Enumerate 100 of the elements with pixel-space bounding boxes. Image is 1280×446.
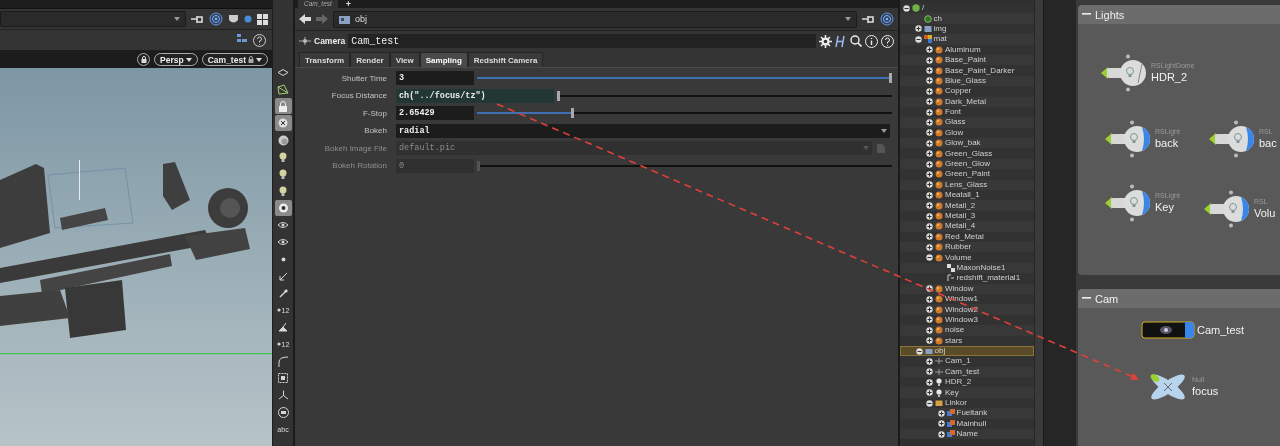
expand-toggle[interactable]	[926, 170, 933, 178]
expand-toggle[interactable]	[926, 129, 933, 137]
tree-row[interactable]: noise	[900, 325, 1034, 336]
camera-name-menu[interactable]: Cam_test	[201, 53, 268, 66]
slider[interactable]	[477, 73, 892, 84]
expand-toggle[interactable]	[914, 25, 922, 33]
collapse-toggle[interactable]	[914, 35, 922, 43]
light-bulb-node[interactable]	[1103, 184, 1153, 222]
path-field[interactable]: obj	[333, 10, 857, 28]
expand-toggle[interactable]	[926, 181, 933, 189]
tree-row[interactable]: MaxonNoise1	[900, 262, 1034, 274]
expand-toggle[interactable]	[926, 212, 933, 220]
tree-row[interactable]: Glow_bak	[900, 138, 1034, 149]
pin-icon[interactable]	[862, 14, 875, 24]
slider-handle[interactable]	[889, 73, 892, 84]
info-icon[interactable]	[865, 34, 878, 48]
expand-toggle[interactable]	[926, 306, 933, 313]
scroll-bar[interactable]	[1034, 0, 1043, 446]
tree-row[interactable]: Blue_Glass	[900, 75, 1034, 87]
expand-toggle[interactable]	[926, 202, 933, 210]
parameter-tab[interactable]: Redshift Camera	[467, 52, 544, 67]
number-field[interactable]: 3	[396, 71, 474, 86]
tree-row[interactable]: Green_Glow	[900, 158, 1034, 170]
expand-toggle[interactable]	[926, 285, 933, 293]
houdini-help-icon[interactable]	[835, 34, 847, 48]
settings-icon[interactable]	[819, 34, 832, 48]
tree-row[interactable]: Metall_4	[900, 221, 1034, 232]
expand-toggle[interactable]	[926, 119, 933, 126]
expand-toggle[interactable]	[926, 389, 933, 397]
tree-row[interactable]: Base_Paint	[900, 54, 1034, 66]
expand-toggle[interactable]	[926, 98, 933, 106]
expand-toggle[interactable]	[926, 378, 933, 386]
tool-button[interactable]	[274, 200, 292, 216]
parameter-tab[interactable]: Render	[350, 52, 390, 67]
tree-row[interactable]: Cam_test	[900, 366, 1034, 378]
sphere-icon[interactable]	[244, 15, 252, 23]
expand-toggle[interactable]	[926, 243, 933, 251]
back-arrow-icon[interactable]	[299, 14, 311, 24]
expand-toggle[interactable]	[926, 67, 933, 75]
shield-icon[interactable]	[228, 13, 239, 25]
light-bulb-node[interactable]	[1103, 120, 1153, 158]
tree-row[interactable]: Name	[900, 429, 1034, 440]
camera-node[interactable]	[1141, 321, 1195, 339]
collapse-toggle[interactable]	[915, 347, 923, 355]
tree-row[interactable]: Fueltank	[900, 408, 1034, 419]
dropdown-field[interactable]: radial	[396, 123, 890, 138]
tree-row[interactable]: obj	[900, 345, 1034, 357]
tree-row[interactable]: mat	[900, 34, 1034, 45]
tree-row[interactable]: Lens_Glass	[900, 179, 1034, 191]
pin-icon[interactable]	[191, 14, 204, 24]
parameter-tab[interactable]: Sampling	[419, 52, 468, 67]
expand-toggle[interactable]	[926, 56, 933, 64]
tree-row[interactable]: Window2	[900, 304, 1034, 315]
tool-button[interactable]	[274, 115, 292, 131]
collapse-icon[interactable]	[1082, 13, 1091, 16]
expand-toggle[interactable]	[926, 368, 933, 376]
tree-row[interactable]: Metall_2	[900, 200, 1034, 211]
search-icon[interactable]	[850, 35, 862, 47]
tree-row[interactable]: Rubber	[900, 242, 1034, 253]
help-icon[interactable]	[253, 33, 266, 47]
camera-menu[interactable]: Persp	[154, 53, 198, 66]
parameter-tab[interactable]: Transform	[299, 52, 351, 67]
expand-toggle[interactable]	[926, 150, 933, 158]
tree-row[interactable]: Glass	[900, 117, 1034, 128]
expand-toggle[interactable]	[926, 77, 933, 85]
expand-toggle[interactable]	[937, 409, 945, 417]
collapse-toggle[interactable]	[903, 4, 910, 12]
expand-toggle[interactable]	[926, 337, 933, 345]
target-icon[interactable]	[880, 12, 894, 26]
expand-toggle[interactable]	[926, 191, 933, 199]
expand-toggle[interactable]	[926, 108, 933, 116]
tool-button[interactable]	[274, 81, 292, 97]
slider-handle[interactable]	[570, 108, 574, 119]
slider[interactable]	[477, 108, 892, 119]
target-icon[interactable]	[209, 12, 223, 26]
expand-toggle[interactable]	[926, 160, 933, 168]
collapse-icon[interactable]	[1082, 297, 1091, 300]
light-bulb-node[interactable]	[1207, 120, 1257, 158]
path-field[interactable]	[0, 11, 186, 27]
lock-button[interactable]	[137, 53, 151, 66]
node-name-field[interactable]: Cam_test	[348, 34, 816, 48]
expand-toggle[interactable]	[926, 233, 933, 241]
expand-toggle[interactable]	[926, 46, 933, 54]
expand-toggle[interactable]	[926, 326, 933, 334]
layout-icon[interactable]	[257, 13, 268, 25]
slider-handle[interactable]	[557, 90, 560, 101]
tree-row[interactable]: ch	[900, 13, 1034, 24]
number-field[interactable]: 2.65429	[396, 106, 474, 121]
collapse-toggle[interactable]	[926, 254, 933, 262]
tree-row[interactable]: Window	[900, 283, 1034, 294]
add-tab-button[interactable]: +	[343, 0, 354, 8]
expand-toggle[interactable]	[926, 222, 933, 230]
expand-toggle[interactable]	[926, 139, 933, 147]
tool-button[interactable]	[274, 98, 292, 114]
light-bulb-node[interactable]	[1202, 190, 1252, 228]
expand-toggle[interactable]	[926, 87, 933, 95]
expand-toggle[interactable]	[937, 430, 945, 438]
slider[interactable]	[477, 160, 892, 171]
parameter-tab[interactable]: View	[389, 52, 420, 67]
slider[interactable]	[557, 90, 892, 101]
